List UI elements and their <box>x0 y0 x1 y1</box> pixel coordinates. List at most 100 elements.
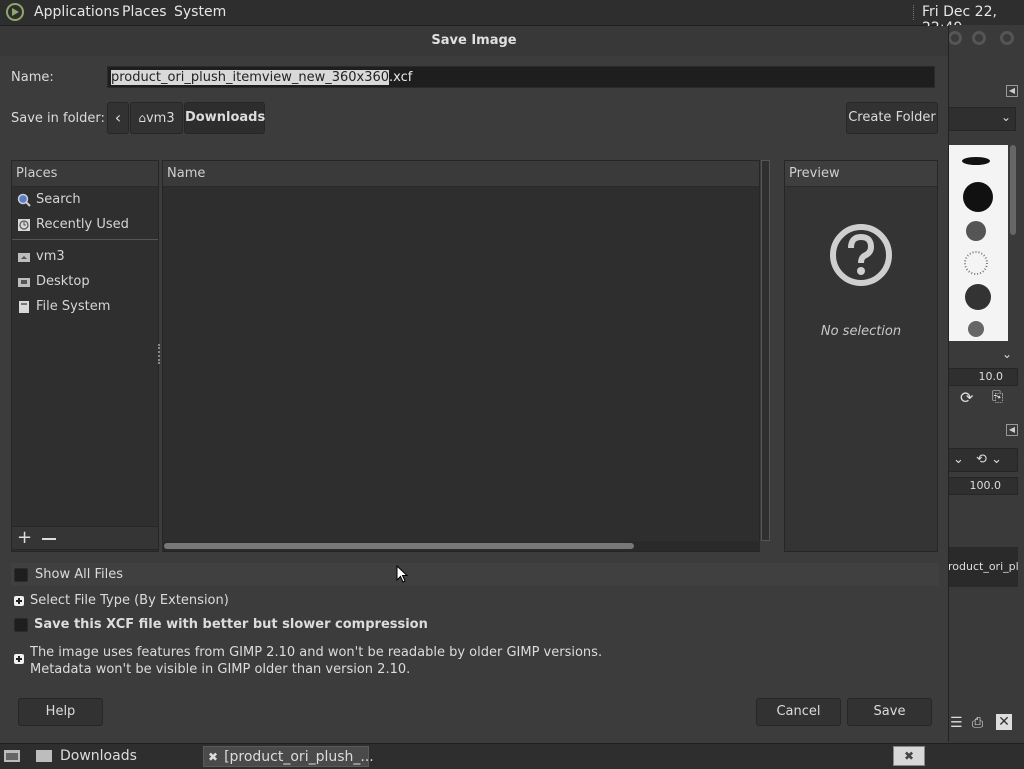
refresh-icon[interactable]: ⟳ <box>960 388 973 407</box>
brush-export-icon[interactable]: ⎘ <box>992 389 1003 405</box>
preview-pane: Preview No selection <box>784 160 938 552</box>
filename-selected-text: product_ori_plush_itemview_new_360x360 <box>111 70 390 85</box>
place-item-desktop[interactable]: Desktop <box>12 269 158 294</box>
home-folder-icon <box>16 249 32 265</box>
place-item-vm3[interactable]: vm3 <box>12 244 158 269</box>
file-list-pane[interactable]: Name <box>162 160 760 552</box>
chevron-down-icon: ⌄ <box>953 452 964 467</box>
place-item-search[interactable]: Search <box>12 187 158 212</box>
brush-size-spinner[interactable]: 10.0 <box>948 368 1018 386</box>
mode-selector[interactable]: ⌄ ⟲ ⌄ <box>948 448 1018 472</box>
chevron-left-icon: ‹ <box>114 108 122 127</box>
show-desktop-icon[interactable] <box>3 748 21 764</box>
help-button-label: Help <box>45 704 76 719</box>
place-label: Recently Used <box>36 217 129 232</box>
show-all-files-row[interactable]: Show All Files <box>11 563 939 586</box>
gimp-icon: ✖ <box>208 750 219 764</box>
dialog-title: Save Image <box>0 26 948 56</box>
remove-bookmark-icon[interactable] <box>42 538 56 540</box>
cancel-button-label: Cancel <box>776 704 821 719</box>
cancel-button[interactable]: Cancel <box>756 698 841 726</box>
brush-selector[interactable]: ⌄ <box>948 107 1016 131</box>
layer-list-icon[interactable]: ☰ <box>950 715 963 731</box>
save-image-dialog: Save Image Name: product_ori_plush_itemv… <box>0 26 949 742</box>
applications-menu[interactable]: Applications <box>34 4 120 20</box>
path-button-label: Downloads <box>185 110 266 125</box>
taskbar-item-label: [product_ori_plush_... <box>224 749 374 765</box>
window-minimize-icon[interactable] <box>948 31 962 45</box>
compression-label[interactable]: Save this XCF file with better but slowe… <box>34 617 428 632</box>
file-list-vscrollbar[interactable] <box>761 160 770 541</box>
filename-extension: .xcf <box>389 70 413 85</box>
taskbar: Downloads ✖ [product_ori_plush_... ✖ <box>0 743 1024 769</box>
preview-header: Preview <box>785 161 937 187</box>
select-file-type-label[interactable]: Select File Type (By Extension) <box>30 593 229 608</box>
file-list-hscrollbar[interactable] <box>162 541 760 551</box>
window-maximize-icon[interactable] <box>972 31 986 45</box>
save-layer-icon[interactable]: ⎙ <box>972 715 983 731</box>
places-divider <box>12 239 158 240</box>
preview-status-text: No selection <box>820 324 902 339</box>
chevron-down-icon: ⌄ <box>1001 110 1012 124</box>
opacity-value: 100.0 <box>969 479 1002 492</box>
brush-size-value: 10.0 <box>978 370 1004 383</box>
show-all-files-label[interactable]: Show All Files <box>35 567 123 582</box>
help-button[interactable]: Help <box>18 698 103 726</box>
compression-checkbox[interactable] <box>14 617 28 632</box>
home-folder-icon: ⌂ <box>138 111 146 125</box>
file-list-column-name[interactable]: Name <box>163 161 759 187</box>
workspace-switcher[interactable]: ✖ <box>893 746 925 766</box>
place-label: File System <box>36 299 111 314</box>
save-in-folder-label: Save in folder: <box>11 111 105 126</box>
place-item-recently-used[interactable]: Recently Used <box>12 212 158 237</box>
create-folder-label: Create Folder <box>848 110 936 125</box>
taskbar-item-label: Downloads <box>60 748 137 764</box>
window-close-icon[interactable] <box>1000 31 1014 45</box>
reset-icon: ⟲ <box>976 452 987 467</box>
top-panel: Applications Places System Fri Dec 22, 2… <box>0 0 1024 36</box>
file-list-hscrollbar-thumb[interactable] <box>164 543 634 549</box>
dock-menu-icon[interactable]: ◀ <box>1006 85 1018 97</box>
compat-notice-row[interactable]: The image uses features from GIMP 2.10 a… <box>14 644 602 678</box>
place-label: vm3 <box>36 249 65 264</box>
add-bookmark-icon[interactable]: + <box>17 527 32 549</box>
path-button-downloads[interactable]: Downloads <box>184 102 265 134</box>
search-icon <box>16 192 32 208</box>
system-menu[interactable]: System <box>174 4 226 20</box>
question-icon <box>829 223 893 287</box>
filename-input[interactable]: product_ori_plush_itemview_new_360x360.x… <box>107 66 935 88</box>
image-layer-row[interactable]: roduct_ori_plu <box>948 547 1018 587</box>
mouse-cursor-icon <box>396 564 409 583</box>
place-item-file-system[interactable]: File System <box>12 294 158 319</box>
brush-scrollbar[interactable] <box>1010 145 1016 235</box>
desktop-icon <box>16 274 32 290</box>
path-back-button[interactable]: ‹ <box>107 102 129 134</box>
chevron-down-icon[interactable]: ⌄ <box>1002 347 1012 361</box>
taskbar-item-downloads[interactable]: Downloads <box>36 746 200 767</box>
path-button-vm3[interactable]: ⌂vm3 <box>130 102 183 134</box>
places-menu[interactable]: Places <box>122 4 167 20</box>
place-label: Desktop <box>36 274 90 289</box>
folder-icon <box>36 750 52 762</box>
taskbar-item-gimp[interactable]: ✖ [product_ori_plush_... <box>203 746 374 767</box>
create-folder-button[interactable]: Create Folder <box>846 102 938 134</box>
panel-separator <box>913 5 916 20</box>
image-tab-label: roduct_ori_plu <box>948 560 1018 573</box>
expand-icon[interactable] <box>14 654 24 664</box>
distro-logo-icon[interactable] <box>6 3 24 21</box>
show-all-files-checkbox[interactable] <box>14 567 28 582</box>
compression-row[interactable]: Save this XCF file with better but slowe… <box>14 617 428 632</box>
name-label: Name: <box>11 70 54 85</box>
opacity-spinner[interactable]: 100.0 <box>948 477 1018 495</box>
compat-notice-line2: Metadata won't be visible in GIMP older … <box>30 662 411 677</box>
close-icon[interactable]: ✕ <box>996 714 1012 730</box>
save-button[interactable]: Save <box>847 698 932 726</box>
dock-menu-icon[interactable]: ◀ <box>1006 424 1018 436</box>
select-file-type-row[interactable]: Select File Type (By Extension) <box>14 593 229 608</box>
brush-grid[interactable] <box>948 145 1008 341</box>
places-header[interactable]: Places <box>12 161 158 187</box>
expand-icon[interactable] <box>14 595 24 606</box>
path-button-label: vm3 <box>145 111 175 126</box>
chevron-down-icon: ⌄ <box>991 452 1002 467</box>
recent-icon <box>16 217 32 233</box>
